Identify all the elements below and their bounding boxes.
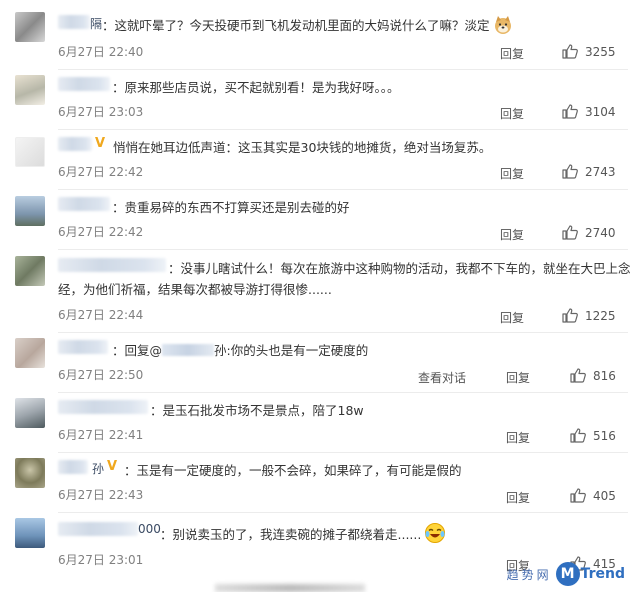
username-blurred[interactable] [58,522,138,536]
username-tail[interactable]: 孙 [92,460,104,477]
avatar[interactable] [15,137,45,167]
view-conversation-button[interactable]: 查看对话 [418,369,466,386]
comment-time[interactable]: 6月27日 23:03 [58,103,143,120]
thumb-up-icon [562,225,578,240]
like-count: 3255 [585,44,616,59]
username-tail[interactable]: 000 [138,522,161,536]
divider [58,249,628,250]
divider [58,452,628,453]
watermark-logo-icon: M [555,562,580,586]
thumb-up-icon [562,104,578,119]
avatar[interactable] [15,12,45,42]
like-button[interactable]: 2740 [562,225,616,240]
thumb-up-icon [562,44,578,59]
like-button[interactable]: 2743 [562,164,616,179]
laugh-cry-emoji-icon [424,522,446,547]
divider [58,332,628,333]
comment-text: 悄悄在她耳边低声道：这玉其实是30块钱的地摊货，绝对当场复苏。 [113,140,492,155]
doge-emoji-icon [493,15,513,38]
reply-button[interactable]: 回复 [506,489,530,506]
reply-button[interactable]: 回复 [506,429,530,446]
like-count: 1225 [585,308,616,323]
like-count: 2743 [585,164,616,179]
avatar[interactable] [15,256,45,286]
reply-button[interactable]: 回复 [500,226,524,243]
mention-blurred[interactable] [162,344,215,356]
comment-time[interactable]: 6月27日 22:42 [58,163,143,180]
username-tail[interactable]: 隔 [90,15,102,32]
reply-button[interactable]: 回复 [500,165,524,182]
avatar[interactable] [15,398,45,428]
watermark-cn: 趋势网 [506,567,552,582]
like-count: 516 [593,428,616,443]
avatar[interactable] [15,518,45,548]
divider [58,69,628,70]
verified-badge-icon: V [95,136,106,151]
comment-time[interactable]: 6月27日 22:42 [58,223,143,240]
avatar[interactable] [15,196,45,226]
username-blurred[interactable] [58,340,108,354]
comment-time[interactable]: 6月27日 22:50 [58,366,143,383]
divider [58,189,628,190]
divider [58,512,628,513]
comment-text: ：是玉石批发市场不是景点，陪了18w [150,403,364,418]
reply-button[interactable]: 回复 [500,309,524,326]
avatar[interactable] [15,338,45,368]
divider [58,129,628,130]
username-blurred[interactable] [58,258,166,272]
watermark-en: Trend [580,566,625,582]
like-count: 2740 [585,225,616,240]
comment-text: ：玉是有一定硬度的，一般不会碎，如果碎了，有可能是假的 [124,463,462,478]
comment-text: ：没事儿瞎试什么！每次在旅游中这种购物的活动，我都不下车的，就坐在大巴上念 [168,261,631,276]
like-button[interactable]: 516 [570,428,616,443]
comment-text: ：原来那些店员说，买不起就别看！是为我好呀。。。 [112,80,400,95]
comment-time[interactable]: 6月27日 22:43 [58,486,143,503]
comment-text: ：回复@ 孙:你的头也是有一定硬度的 [112,343,369,358]
like-button[interactable]: 3104 [562,104,616,119]
comment-time[interactable]: 6月27日 23:01 [58,551,143,568]
like-count: 405 [593,488,616,503]
like-button[interactable]: 405 [570,488,616,503]
username-blurred[interactable] [58,15,90,29]
reply-button[interactable]: 回复 [500,45,524,62]
username-blurred[interactable] [58,197,110,211]
thumb-up-icon [570,368,586,383]
comment-time[interactable]: 6月27日 22:41 [58,426,143,443]
thumb-up-icon [562,308,578,323]
reply-button[interactable]: 回复 [500,105,524,122]
like-button[interactable]: 816 [570,368,616,383]
avatar[interactable] [15,458,45,488]
username-blurred[interactable] [58,77,110,91]
watermark: 趋势网 M Trend [507,562,625,586]
like-button[interactable]: 1225 [562,308,616,323]
thumb-up-icon [570,428,586,443]
comment-text: ：贵重易碎的东西不打算买还是别去碰的好 [112,200,350,215]
comment-text-line2: 经，为他们祈福，结果每次都被导游打得很惨...... [58,282,332,297]
avatar[interactable] [15,75,45,105]
comment-text: ：别说卖玉的了，我连卖碗的摊子都绕着走...... [160,522,446,547]
like-count: 816 [593,368,616,383]
comment-time[interactable]: 6月27日 22:44 [58,306,143,323]
reply-button[interactable]: 回复 [506,369,530,386]
like-count: 3104 [585,104,616,119]
username-blurred[interactable] [58,400,148,414]
comment-text: ：这就吓晕了？今天投硬币到飞机发动机里面的大妈说什么了嘛？淡定 [102,15,513,38]
more-comments-link[interactable] [215,584,365,592]
divider [58,392,628,393]
verified-badge-icon: V [107,459,118,474]
thumb-up-icon [562,164,578,179]
like-button[interactable]: 3255 [562,44,616,59]
thumb-up-icon [570,488,586,503]
username-blurred[interactable] [58,460,88,474]
username-blurred[interactable] [58,137,92,151]
comment-time[interactable]: 6月27日 22:40 [58,43,143,60]
